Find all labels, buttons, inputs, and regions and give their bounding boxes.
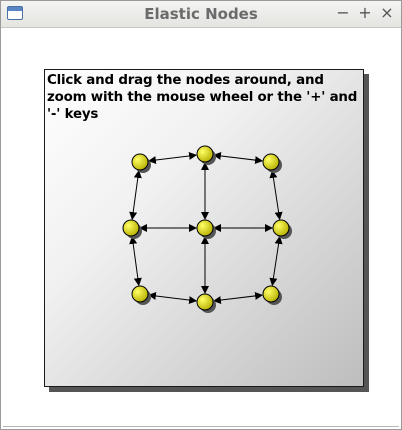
node-circle[interactable] xyxy=(262,285,280,303)
graph-node[interactable] xyxy=(196,219,216,239)
node-circle[interactable] xyxy=(262,153,280,171)
graph-node[interactable] xyxy=(131,153,151,173)
graph-node[interactable] xyxy=(262,285,282,305)
graph-node[interactable] xyxy=(196,145,216,165)
node-circle[interactable] xyxy=(196,219,214,237)
node-circle[interactable] xyxy=(196,145,214,163)
nodes-group xyxy=(122,145,292,313)
graph-node[interactable] xyxy=(262,153,282,173)
graph-edge xyxy=(147,151,198,165)
node-circle[interactable] xyxy=(131,285,149,303)
scene-rect: Click and drag the nodes around, and zoo… xyxy=(44,69,364,387)
maximize-button[interactable]: + xyxy=(355,3,375,23)
graph-edge xyxy=(269,169,283,221)
bottom-border xyxy=(3,426,399,427)
graph-node[interactable] xyxy=(196,293,216,313)
main-window: Elastic Nodes − + × Click and drag the n… xyxy=(0,0,402,430)
graph-edge xyxy=(269,235,283,287)
node-circle[interactable] xyxy=(131,153,149,171)
graph-edge xyxy=(212,291,264,305)
graph-canvas[interactable] xyxy=(45,70,364,387)
graph-edge xyxy=(129,169,142,221)
graph-node[interactable] xyxy=(272,219,292,239)
graph-edge xyxy=(212,151,264,165)
graph-node[interactable] xyxy=(122,219,142,239)
minimize-button[interactable]: − xyxy=(333,3,353,23)
node-circle[interactable] xyxy=(122,219,140,237)
node-circle[interactable] xyxy=(272,219,290,237)
close-button[interactable]: × xyxy=(377,3,397,23)
title-bar[interactable]: Elastic Nodes − + × xyxy=(1,1,401,28)
graph-node[interactable] xyxy=(131,285,151,305)
graph-edge xyxy=(129,235,142,287)
graph-edge xyxy=(147,291,198,305)
graph-view[interactable]: Click and drag the nodes around, and zoo… xyxy=(3,31,399,425)
node-circle[interactable] xyxy=(196,293,214,311)
